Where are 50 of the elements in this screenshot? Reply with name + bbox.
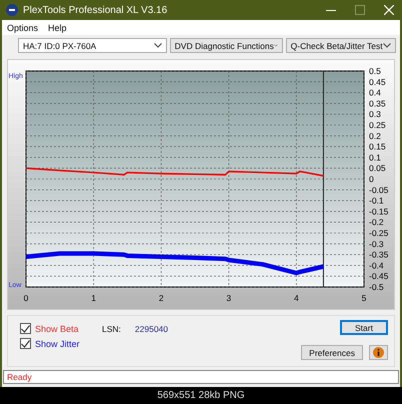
y-tick-label: -0.1 bbox=[369, 196, 384, 206]
y-tick-label: -0.5 bbox=[369, 282, 384, 292]
function-dropdown[interactable]: DVD Diagnostic Functions bbox=[170, 38, 283, 53]
y-tick-label: -0.15 bbox=[369, 206, 388, 216]
y-tick-label: 0.1 bbox=[369, 152, 381, 162]
checkbox[interactable] bbox=[20, 323, 31, 334]
x-tick-label: 3 bbox=[226, 293, 232, 303]
close-icon[interactable] bbox=[384, 5, 394, 15]
y-tick-label: -0.05 bbox=[369, 184, 388, 195]
y-tick-label: 0.25 bbox=[369, 120, 386, 130]
menu-item[interactable]: Options bbox=[7, 23, 38, 35]
y-tick-label: 0.45 bbox=[369, 76, 386, 87]
y-tick-label: 0.35 bbox=[369, 98, 386, 108]
chevron-icon bbox=[383, 43, 391, 48]
menu-item[interactable]: Help bbox=[48, 23, 67, 35]
chevron-icon bbox=[154, 43, 162, 48]
y-tick-label: -0.4 bbox=[369, 260, 384, 270]
checkbox-label: Show Beta bbox=[35, 324, 79, 334]
image-caption: 569x551 28kb PNG bbox=[0, 387, 402, 404]
y-tick-label: 0.2 bbox=[369, 130, 381, 141]
y-tick-label: 0.3 bbox=[369, 109, 381, 120]
drive-dropdown[interactable]: HA:7 ID:0 PX-760A bbox=[18, 38, 167, 53]
y-tick-label: 0.4 bbox=[369, 88, 381, 98]
info-button[interactable] bbox=[369, 345, 388, 360]
checkbox-label: Show Jitter bbox=[35, 338, 80, 348]
x-tick-label: 1 bbox=[91, 293, 96, 303]
y-tick-label: -0.2 bbox=[369, 217, 384, 228]
checkbox[interactable] bbox=[20, 338, 31, 349]
window-title: PlexTools Professional XL V3.16 bbox=[23, 4, 168, 16]
y-tick-label: 0.5 bbox=[369, 66, 381, 76]
y-tick-label: 0.15 bbox=[369, 142, 386, 152]
y-tick-label: 0.05 bbox=[369, 163, 386, 174]
app-icon bbox=[6, 4, 18, 16]
y-tick-label: -0.35 bbox=[369, 250, 388, 260]
test-dropdown[interactable]: Q-Check Beta/Jitter Test bbox=[286, 38, 396, 53]
chevron-icon bbox=[274, 43, 278, 48]
y-tick-label: 0 bbox=[369, 174, 374, 184]
info-icon bbox=[373, 347, 384, 358]
x-tick-label: 4 bbox=[294, 293, 299, 303]
x-tick-label: 2 bbox=[158, 293, 164, 303]
lsn-value: 2295040 bbox=[134, 324, 168, 336]
x-tick-label: 0 bbox=[24, 293, 28, 303]
y-tick-label: -0.25 bbox=[369, 228, 388, 238]
preferences-button[interactable]: Preferences bbox=[301, 345, 363, 360]
status-text: Ready bbox=[7, 372, 32, 382]
y-tick-label: -0.3 bbox=[369, 238, 384, 249]
start-button[interactable]: Start bbox=[340, 320, 388, 335]
lsn-label: LSN: bbox=[102, 324, 121, 336]
x-tick-label: 5 bbox=[362, 293, 366, 303]
y-tick-label: -0.45 bbox=[369, 271, 388, 282]
